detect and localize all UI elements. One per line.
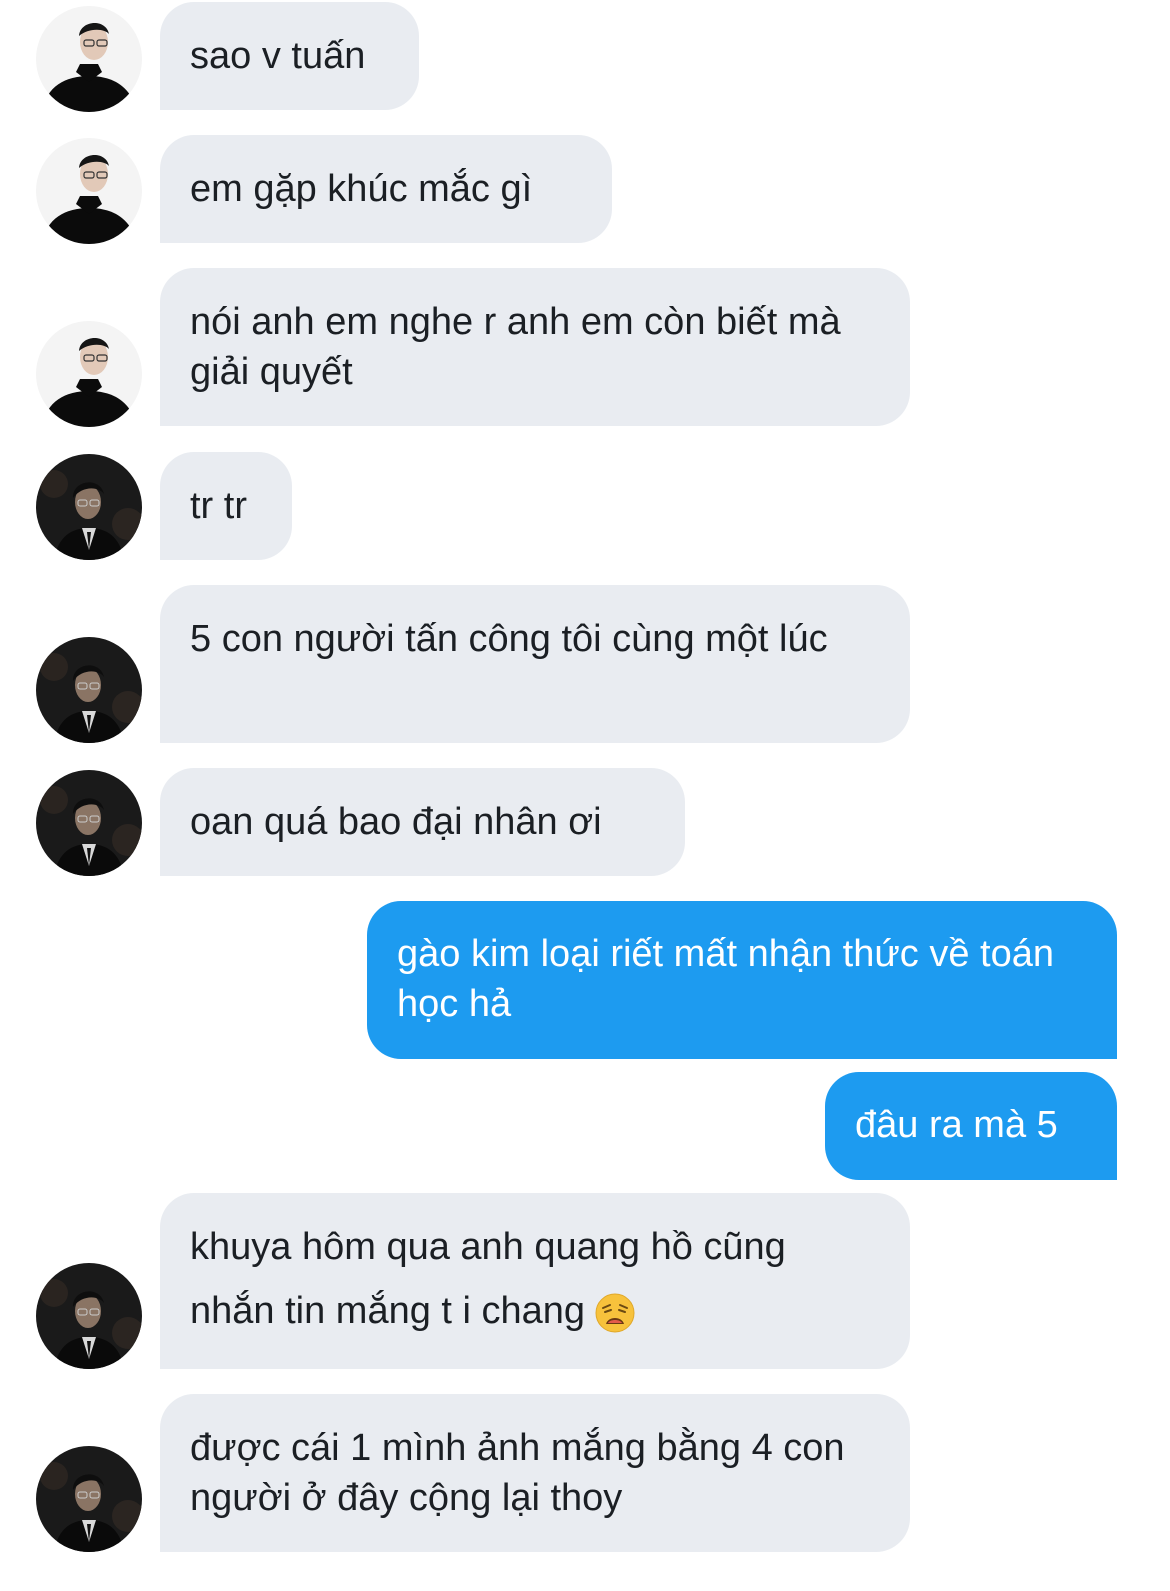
incoming-message-bubble[interactable]: sao v tuấn [160, 2, 419, 110]
avatar-user-a[interactable] [36, 6, 142, 112]
incoming-message-bubble[interactable]: khuya hôm qua anh quang hồ cũng nhắn tin… [160, 1193, 910, 1369]
message-text: khuya hôm qua anh quang hồ cũng nhắn tin… [190, 1226, 786, 1332]
message-text: 5 con người tấn công tôi cùng một lúc [190, 618, 828, 660]
outgoing-message-bubble[interactable]: đâu ra mà 5 [825, 1072, 1117, 1180]
person-avatar-icon [36, 1446, 142, 1552]
message-text: oan quá bao đại nhân ơi [190, 801, 602, 843]
message-text: nói anh em nghe r anh em còn biết mà giả… [190, 301, 841, 393]
incoming-message-bubble[interactable]: được cái 1 mình ảnh mắng bằng 4 con ngườ… [160, 1394, 910, 1552]
message-text: sao v tuấn [190, 35, 366, 77]
person-avatar-icon [36, 321, 142, 427]
avatar-user-a[interactable] [36, 321, 142, 427]
avatar-user-b[interactable] [36, 637, 142, 743]
avatar-user-b[interactable] [36, 770, 142, 876]
avatar-user-b[interactable] [36, 1263, 142, 1369]
message-text: đâu ra mà 5 [855, 1104, 1058, 1146]
person-avatar-icon [36, 1263, 142, 1369]
avatar-user-b[interactable] [36, 1446, 142, 1552]
weary-face-emoji-icon [595, 1293, 635, 1333]
person-avatar-icon [36, 770, 142, 876]
avatar-user-b[interactable] [36, 454, 142, 560]
incoming-message-bubble[interactable]: oan quá bao đại nhân ơi [160, 768, 685, 876]
person-avatar-icon [36, 6, 142, 112]
outgoing-message-bubble[interactable]: gào kim loại riết mất nhận thức về toán … [367, 901, 1117, 1059]
message-text: tr tr [190, 485, 247, 527]
incoming-message-bubble[interactable]: nói anh em nghe r anh em còn biết mà giả… [160, 268, 910, 426]
incoming-message-bubble[interactable]: tr tr [160, 452, 292, 560]
avatar-user-a[interactable] [36, 138, 142, 244]
person-avatar-icon [36, 637, 142, 743]
person-avatar-icon [36, 138, 142, 244]
message-text: gào kim loại riết mất nhận thức về toán … [397, 933, 1055, 1025]
incoming-message-bubble[interactable]: 5 con người tấn công tôi cùng một lúc [160, 585, 910, 743]
message-text: được cái 1 mình ảnh mắng bằng 4 con ngườ… [190, 1427, 845, 1519]
message-text: em gặp khúc mắc gì [190, 168, 533, 210]
incoming-message-bubble[interactable]: em gặp khúc mắc gì [160, 135, 612, 243]
person-avatar-icon [36, 454, 142, 560]
